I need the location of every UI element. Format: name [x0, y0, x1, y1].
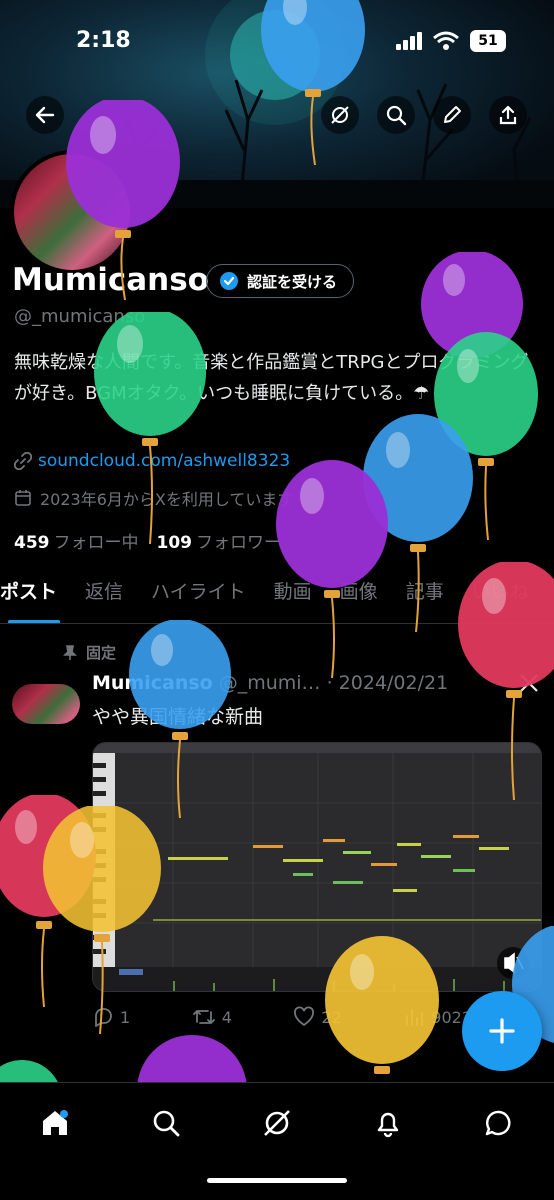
plus-icon [489, 1018, 515, 1044]
search-icon [153, 1110, 180, 1137]
balloon-blue-post [129, 620, 231, 819]
following-count: 459 [14, 533, 50, 553]
edit-icon [444, 106, 461, 123]
search-button[interactable] [377, 96, 415, 134]
nav-home[interactable] [33, 1101, 77, 1145]
nav-notifications[interactable] [366, 1101, 410, 1145]
status-time: 2:18 [76, 28, 131, 53]
nav-grok[interactable] [255, 1101, 299, 1145]
balloon-green-bottom [0, 1060, 58, 1082]
back-button[interactable] [26, 96, 64, 134]
signal-icon [396, 32, 422, 50]
pin-icon [63, 644, 77, 660]
tab-posts[interactable]: ポスト [0, 570, 71, 623]
balloon-yellow-left [43, 806, 161, 1035]
repost-button[interactable]: 4 [192, 1006, 232, 1028]
tab-highlights[interactable]: ハイライト [137, 570, 260, 623]
repost-count: 4 [221, 1007, 232, 1027]
balloon-green-left [94, 312, 206, 545]
balloon-purple-bottom [137, 1035, 247, 1082]
messages-icon [485, 1110, 511, 1136]
search-icon [386, 105, 407, 126]
balloon-purple-left [66, 100, 180, 300]
compose-post-button[interactable] [462, 991, 542, 1071]
get-verified-button[interactable]: 認証を受ける [206, 264, 355, 298]
nav-messages[interactable] [477, 1101, 521, 1145]
share-button[interactable] [489, 96, 527, 134]
wifi-icon [433, 31, 459, 50]
balloon-purple-mid [276, 460, 388, 679]
tab-replies[interactable]: 返信 [71, 570, 137, 623]
home-indicator [207, 1178, 347, 1183]
balloon-yellow-right [325, 936, 439, 1074]
link-icon [14, 452, 32, 470]
balloon-blue-top [261, 0, 365, 166]
nav-search[interactable] [144, 1101, 188, 1145]
pinned-indicator: 固定 [62, 642, 116, 663]
grok-icon [264, 1110, 290, 1136]
post-avatar[interactable] [12, 684, 80, 724]
calendar-icon [15, 490, 31, 506]
get-verified-label: 認証を受ける [247, 272, 338, 291]
edit-button[interactable] [433, 96, 471, 134]
pinned-label: 固定 [86, 644, 117, 662]
share-icon [499, 105, 517, 125]
verified-badge-icon [220, 272, 238, 290]
heart-icon [294, 1006, 315, 1027]
arrow-left-icon [35, 106, 55, 124]
battery-indicator: 51 [470, 30, 506, 52]
home-icon [43, 1110, 68, 1135]
balloon-red-right [458, 562, 554, 801]
notifications-icon [377, 1112, 399, 1138]
repost-icon [192, 1010, 215, 1024]
